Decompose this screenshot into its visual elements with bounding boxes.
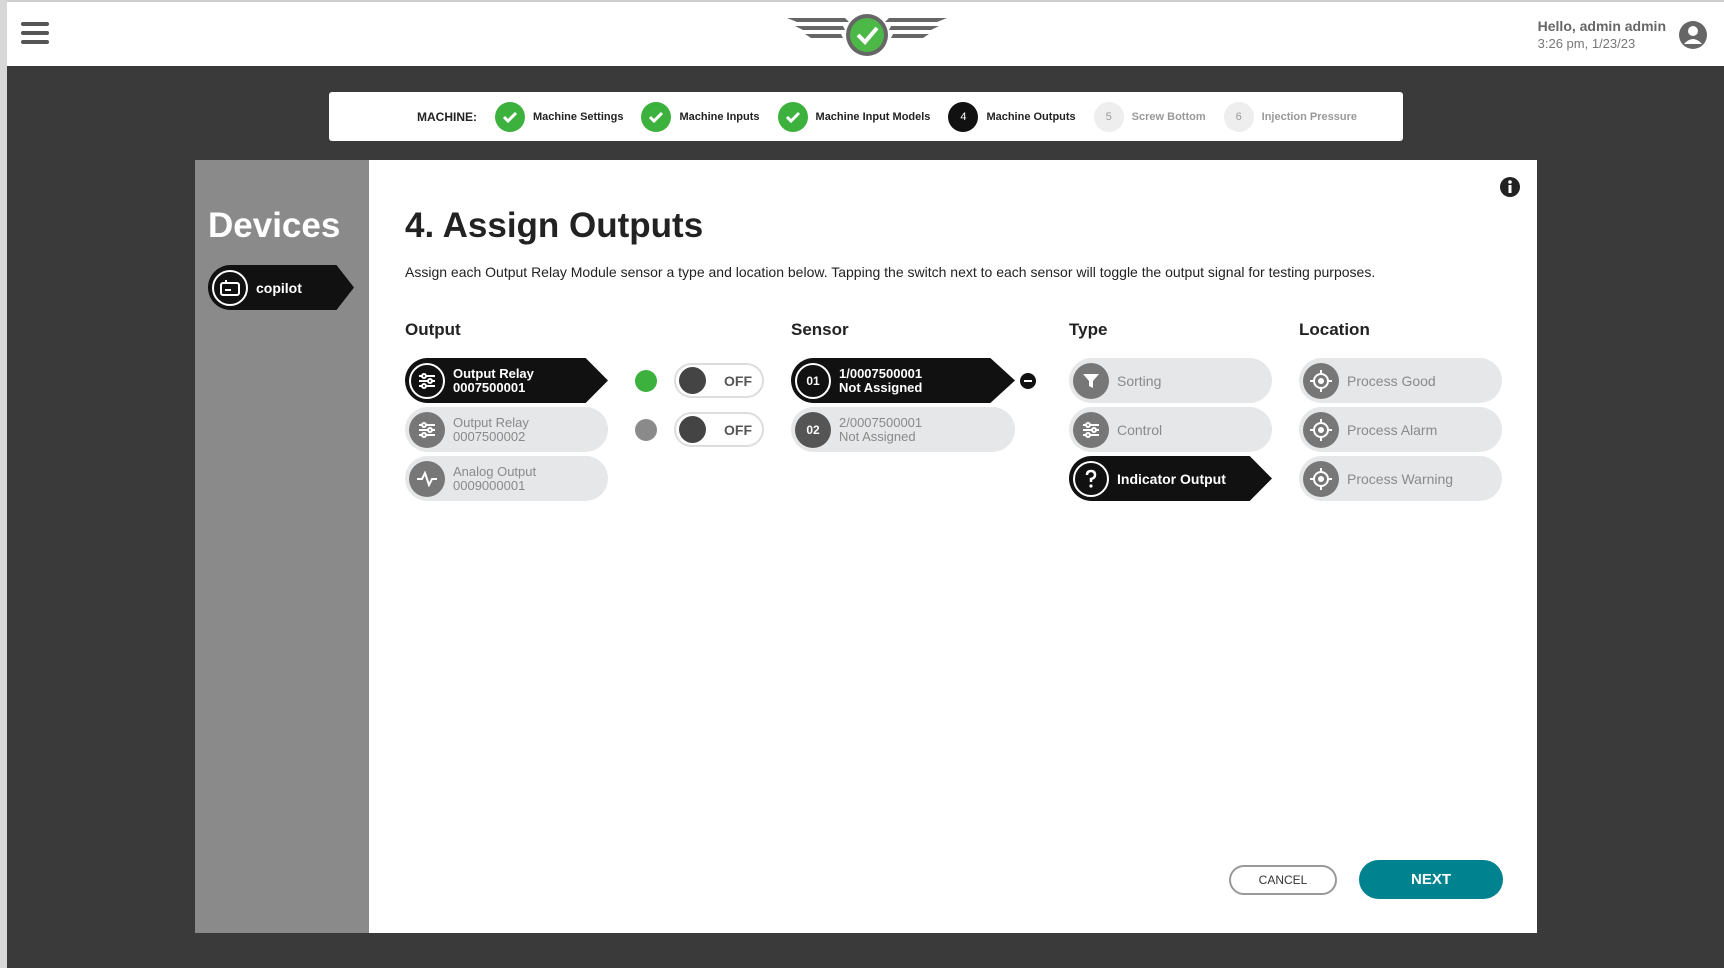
toggle-state: OFF [724,372,752,389]
step-machine-settings[interactable]: Machine Settings [495,101,624,132]
step-number: 6 [1223,101,1254,132]
output-toggle[interactable]: OFF [674,412,764,447]
location-label: Process Warning [1347,470,1454,487]
filter-icon [1073,362,1109,399]
sensor-status: Not Assigned [839,379,923,395]
step-label: Injection Pressure [1261,110,1358,123]
step-label: Machine Inputs [679,110,760,123]
account-icon[interactable] [1678,20,1708,50]
top-header: Hello, admin admin 3:26 pm, 1/23/23 [7,0,1724,66]
output-name: Output Relay [453,414,529,430]
sensor-item[interactable]: 01 1/0007500001 Not Assigned [791,358,1015,403]
target-icon [1303,460,1339,497]
location-label: Process Good [1347,372,1436,389]
timestamp-text: 3:26 pm, 1/23/23 [1537,36,1636,51]
type-label: Sorting [1117,372,1162,389]
window-edge [0,0,7,968]
location-column-header: Location [1299,320,1370,339]
sensor-status: Not Assigned [839,428,916,444]
stepper-label: MACHINE: [417,109,477,124]
check-icon [641,101,672,132]
relay-icon [409,411,445,448]
step-screw-bottom[interactable]: 5 Screw Bottom [1093,101,1206,132]
output-name: Analog Output [453,463,537,479]
sensor-id: 1/0007500001 [839,365,923,381]
step-label: Machine Settings [533,110,624,123]
sensor-column-header: Sensor [791,320,849,339]
brand-logo [787,14,947,56]
type-option-control[interactable]: Control [1069,407,1272,452]
toggle-knob [679,367,706,394]
status-led [635,370,657,392]
waveform-icon [409,460,445,497]
user-info: Hello, admin admin 3:26 pm, 1/23/23 [1538,18,1666,51]
location-label: Process Alarm [1347,421,1438,438]
check-icon [777,101,808,132]
output-column-header: Output [405,320,461,339]
location-option-process-alarm[interactable]: Process Alarm [1299,407,1502,452]
step-label: Screw Bottom [1131,110,1206,123]
device-label: copilot [256,279,302,296]
step-machine-outputs[interactable]: 4 Machine Outputs [948,101,1076,132]
location-option-process-good[interactable]: Process Good [1299,358,1502,403]
output-id: 0007500002 [453,428,526,444]
sensor-number: 02 [795,411,831,448]
devices-sidebar: Devices copilot [195,160,369,933]
type-label: Indicator Output [1117,470,1226,487]
sensor-id: 2/0007500001 [839,414,923,430]
target-icon [1303,362,1339,399]
sensor-item[interactable]: 02 2/0007500001 Not Assigned [791,407,1015,452]
status-led [635,419,657,441]
output-toggle[interactable]: OFF [674,363,764,398]
greeting-text: Hello, admin admin [1537,18,1666,34]
output-id: 0007500001 [453,379,526,395]
output-id: 0009000001 [453,477,526,493]
output-item[interactable]: Analog Output 0009000001 [405,456,608,501]
type-label: Control [1117,421,1163,438]
sliders-icon [1073,411,1109,448]
step-machine-inputs[interactable]: Machine Inputs [641,101,760,132]
toggle-state: OFF [724,421,752,438]
step-label: Machine Outputs [986,110,1076,123]
sensor-number: 01 [795,362,831,399]
step-number: 5 [1093,101,1124,132]
type-option-indicator-output[interactable]: Indicator Output [1069,456,1272,501]
info-icon[interactable] [1499,176,1521,198]
target-icon [1303,411,1339,448]
cancel-button[interactable]: CANCEL [1229,865,1337,895]
page-description: Assign each Output Relay Module sensor a… [405,264,1376,280]
sidebar-title: Devices [208,206,341,245]
device-item-copilot[interactable]: copilot [208,265,354,310]
type-option-sorting[interactable]: Sorting [1069,358,1272,403]
menu-icon[interactable] [21,22,49,46]
output-item[interactable]: Output Relay 0007500001 [405,358,608,403]
setup-stepper: MACHINE: Machine Settings Machine Inputs… [329,92,1403,141]
toggle-knob [679,416,706,443]
remove-icon[interactable] [1020,373,1036,389]
check-icon [495,101,525,132]
question-icon [1073,460,1109,497]
location-option-process-warning[interactable]: Process Warning [1299,456,1502,501]
step-machine-input-models[interactable]: Machine Input Models [777,101,931,132]
type-column-header: Type [1069,320,1108,339]
relay-icon [409,362,445,399]
step-label: Machine Input Models [815,110,931,123]
page-title: 4. Assign Outputs [405,206,704,245]
device-icon [212,269,248,306]
next-button[interactable]: NEXT [1359,860,1503,899]
assign-outputs-panel: 4. Assign Outputs Assign each Output Rel… [369,160,1537,933]
step-injection-pressure[interactable]: 6 Injection Pressure [1223,101,1358,132]
step-number: 4 [948,101,979,132]
output-name: Output Relay [453,365,534,381]
output-item[interactable]: Output Relay 0007500002 [405,407,608,452]
